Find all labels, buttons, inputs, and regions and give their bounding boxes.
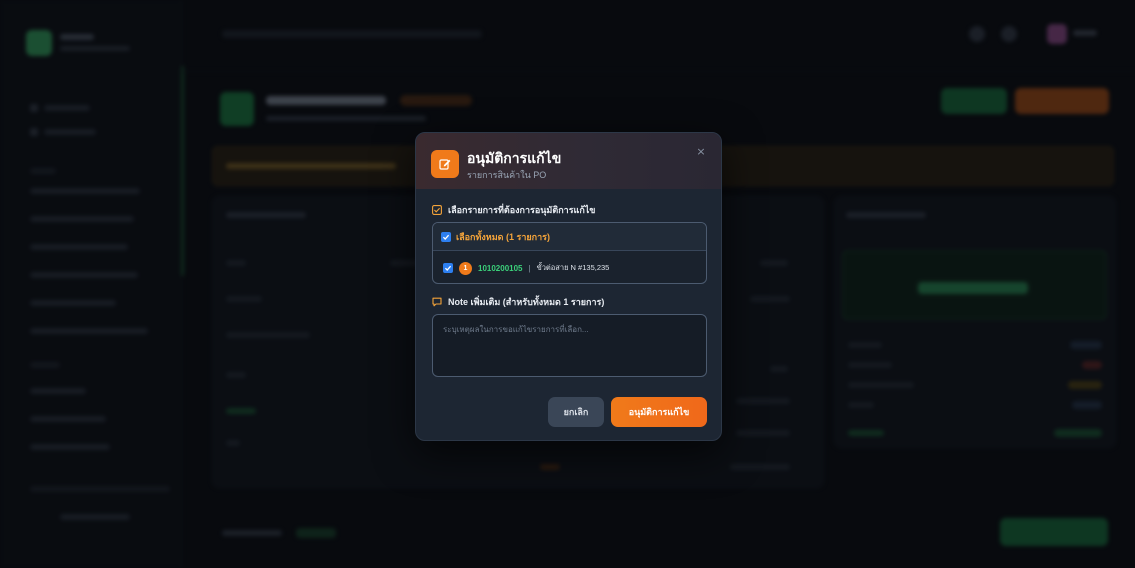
item-code: 1010200105 <box>478 263 523 273</box>
select-all-label: เลือกทั้งหมด (1 รายการ) <box>456 231 550 242</box>
select-all-row[interactable]: เลือกทั้งหมด (1 รายการ) <box>433 223 706 251</box>
list-item[interactable]: 1 1010200105 | ขั้วต่อสาย N #135,235 <box>433 251 706 283</box>
select-section-label: เลือกรายการที่ต้องการอนุมัติการแก้ไข <box>432 203 595 217</box>
select-all-checkbox[interactable] <box>441 231 451 242</box>
item-checkbox[interactable] <box>443 263 453 273</box>
cancel-button[interactable]: ยกเลิก <box>548 397 604 427</box>
dialog-subtitle: รายการสินค้าใน PO <box>467 170 547 180</box>
comment-icon <box>432 297 442 307</box>
dialog-title: อนุมัติการแก้ไข <box>467 150 562 166</box>
dialog-header: อนุมัติการแก้ไข รายการสินค้าใน PO × <box>416 133 721 189</box>
item-description: ขั้วต่อสาย N #135,235 <box>536 263 610 272</box>
item-selection-list: เลือกทั้งหมด (1 รายการ) 1 1010200105 | ข… <box>432 222 707 284</box>
approve-edit-button[interactable]: อนุมัติการแก้ไข <box>611 397 707 427</box>
edit-icon <box>431 150 459 178</box>
item-index-badge: 1 <box>459 261 472 275</box>
note-section-label: Note เพิ่มเติม (สำหรับทั้งหมด 1 รายการ) <box>432 295 604 309</box>
approve-edit-dialog: อนุมัติการแก้ไข รายการสินค้าใน PO × เลือ… <box>415 132 722 441</box>
item-separator: | <box>528 263 531 273</box>
note-placeholder: ระบุเหตุผลในการขอแก้ไขรายการที่เลือก... <box>443 325 589 334</box>
close-icon[interactable]: × <box>695 146 707 158</box>
checklist-icon <box>432 205 442 215</box>
note-textarea[interactable]: ระบุเหตุผลในการขอแก้ไขรายการที่เลือก... <box>432 314 707 377</box>
